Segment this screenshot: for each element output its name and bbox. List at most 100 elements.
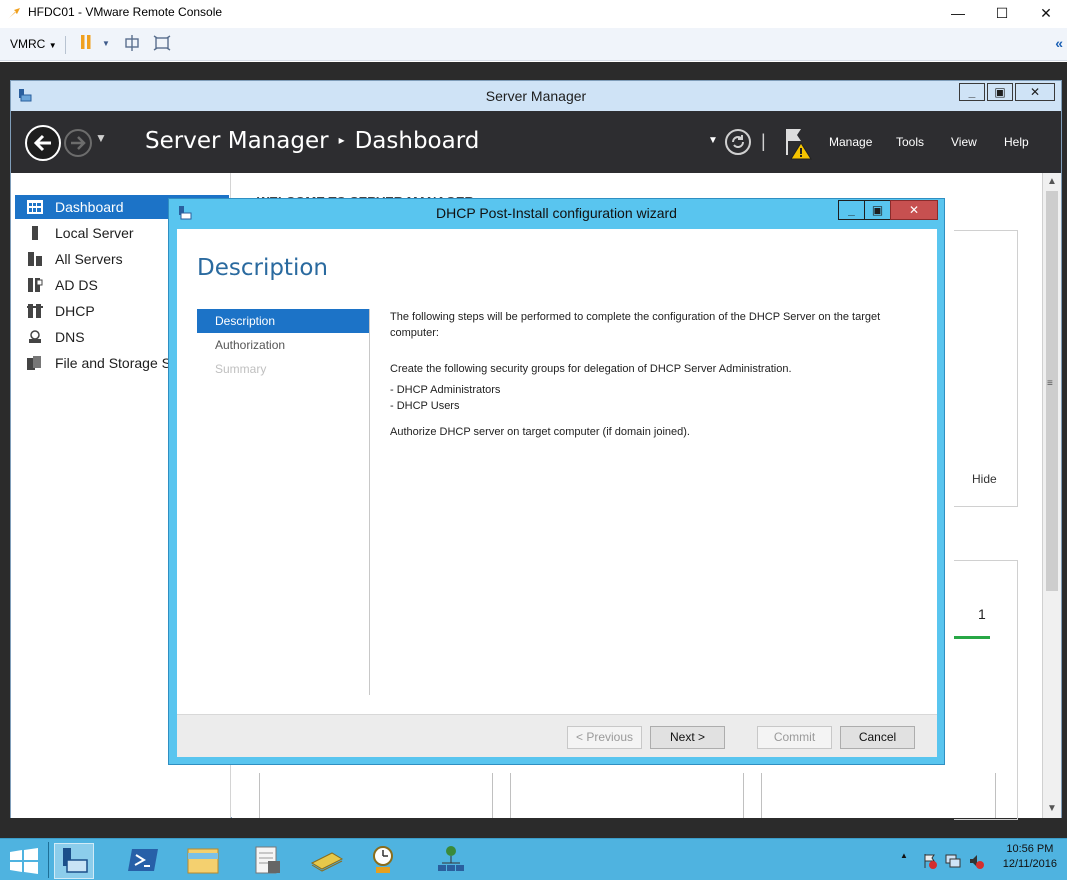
guest-desktop: Server Manager _ ▣ ✕ ▼ Server Manager ▸ Da… xyxy=(0,62,1067,880)
hide-link[interactable]: Hide xyxy=(972,472,997,486)
maximize-button[interactable]: ☐ xyxy=(979,0,1025,26)
refresh-icon[interactable] xyxy=(725,129,751,155)
group-users: - DHCP Users xyxy=(390,400,460,412)
sidebar-item-label: DNS xyxy=(55,329,85,345)
wizard-title-bar: DHCP Post-Install configuration wizard _… xyxy=(169,199,944,227)
intro-text: The following steps will be performed to… xyxy=(390,311,881,339)
taskbar-file-explorer-icon[interactable] xyxy=(184,843,224,879)
main-scrollbar[interactable]: ▲ ≡ ▼ xyxy=(1042,173,1061,818)
wizard-footer: < Previous Next > Commit Cancel xyxy=(177,714,937,757)
tile-divider xyxy=(743,773,744,818)
ad-ds-icon xyxy=(28,278,43,292)
network-icon[interactable] xyxy=(945,853,961,869)
collapse-panel-icon[interactable]: « xyxy=(1055,35,1063,51)
devices-icon[interactable] xyxy=(122,34,142,54)
back-button[interactable] xyxy=(25,125,61,161)
taskbar-dhcp-console-icon[interactable] xyxy=(364,843,404,879)
minimize-button[interactable]: — xyxy=(935,0,981,26)
sm-close-button[interactable]: ✕ xyxy=(1015,83,1055,101)
vmrc-window-title: HFDC01 - VMware Remote Console xyxy=(28,5,223,19)
fullscreen-icon[interactable] xyxy=(152,34,172,54)
previous-button[interactable]: < Previous xyxy=(567,726,642,749)
close-button[interactable]: ✕ xyxy=(1023,0,1067,26)
sidebar-item-label: All Servers xyxy=(55,251,123,267)
forward-button[interactable] xyxy=(64,129,92,157)
breadcrumb-separator-icon: ▸ xyxy=(338,133,345,147)
server-manager-header: ▼ Server Manager ▸ Dashboard ▼ | Manage To… xyxy=(11,111,1061,173)
wizard-body: Description Description Authorization Su… xyxy=(177,229,937,757)
volume-muted-icon[interactable] xyxy=(968,853,984,869)
breadcrumb-page: Dashboard xyxy=(354,128,480,154)
breadcrumb-app[interactable]: Server Manager xyxy=(145,128,329,154)
sm-maximize-button[interactable]: ▣ xyxy=(987,83,1013,101)
wizard-page-heading: Description xyxy=(197,255,328,281)
taskbar: ▲ 10:56 PM 12/11/2016 xyxy=(0,838,1067,880)
clock-time: 10:56 PM xyxy=(1006,843,1054,855)
wizard-minimize-button[interactable]: _ xyxy=(838,200,865,220)
server-manager-title: Server Manager xyxy=(485,88,587,104)
step-description[interactable]: Description xyxy=(197,309,369,333)
menu-view[interactable]: View xyxy=(951,135,977,149)
bottom-tiles xyxy=(259,773,999,818)
taskbar-ad-users-icon[interactable] xyxy=(308,843,348,879)
sidebar-item-label: Dashboard xyxy=(55,199,124,215)
scroll-up-icon[interactable]: ▲ xyxy=(1047,176,1057,187)
wizard-maximize-button[interactable]: ▣ xyxy=(864,200,891,220)
dhcp-icon xyxy=(27,304,43,318)
taskbar-dns-manager-icon[interactable] xyxy=(432,843,472,879)
menu-tools[interactable]: Tools xyxy=(896,135,924,149)
next-button[interactable]: Next > xyxy=(650,726,725,749)
commit-button[interactable]: Commit xyxy=(757,726,832,749)
step-authorization[interactable]: Authorization xyxy=(197,333,369,357)
clock[interactable]: 10:56 PM 12/11/2016 xyxy=(1003,842,1057,872)
toolbar-separator xyxy=(65,36,66,54)
file-storage-icon xyxy=(27,356,41,370)
local-server-icon xyxy=(32,226,38,240)
taskbar-powershell-icon[interactable] xyxy=(124,843,164,879)
pause-icon[interactable] xyxy=(76,34,96,54)
taskbar-divider xyxy=(48,842,49,878)
sidebar-item-label: DHCP xyxy=(55,303,95,319)
groups-text: Create the following security groups for… xyxy=(390,363,792,375)
vmrc-menu[interactable]: VMRC ▼ xyxy=(10,37,57,51)
sm-minimize-button[interactable]: _ xyxy=(959,83,985,101)
vmrc-title-bar: HFDC01 - VMware Remote Console — ☐ ✕ xyxy=(0,0,1067,28)
refresh-dropdown-icon[interactable]: ▼ xyxy=(708,135,718,146)
sidebar-item-label: AD DS xyxy=(55,277,98,293)
vmrc-app-icon xyxy=(8,8,20,19)
header-divider: | xyxy=(761,131,766,151)
scroll-down-icon[interactable]: ▼ xyxy=(1047,803,1057,814)
taskbar-server-manager-icon[interactable] xyxy=(54,843,94,879)
all-servers-icon xyxy=(28,252,42,266)
dns-icon xyxy=(29,330,41,343)
tile-divider xyxy=(995,773,996,818)
menu-help[interactable]: Help xyxy=(1004,135,1029,149)
tile-divider xyxy=(761,773,762,818)
tile-divider xyxy=(510,773,511,818)
server-manager-title-bar: Server Manager _ ▣ ✕ xyxy=(11,81,1061,111)
show-hidden-icons-button[interactable]: ▲ xyxy=(900,851,908,860)
menu-manage[interactable]: Manage xyxy=(829,135,872,149)
notifications-flag-icon[interactable] xyxy=(781,125,817,161)
wizard-title: DHCP Post-Install configuration wizard xyxy=(436,205,677,221)
scroll-grip-icon: ≡ xyxy=(1047,378,1053,389)
sidebar-item-label: File and Storage Ser xyxy=(55,355,184,371)
cancel-button[interactable]: Cancel xyxy=(840,726,915,749)
vmrc-toolbar: VMRC ▼ ▼ « xyxy=(0,28,1067,61)
scrollbar-thumb[interactable] xyxy=(1046,191,1058,591)
pause-dropdown-icon[interactable]: ▼ xyxy=(96,34,116,54)
group-administrators: - DHCP Administrators xyxy=(390,384,501,396)
sidebar-item-label: Local Server xyxy=(55,225,134,241)
clock-date: 12/11/2016 xyxy=(1002,858,1057,870)
start-button[interactable] xyxy=(8,848,40,874)
taskbar-notepad-icon[interactable] xyxy=(248,843,288,879)
quick-start-panel xyxy=(954,230,1018,507)
dashboard-icon xyxy=(27,200,43,214)
action-center-icon[interactable] xyxy=(922,853,938,869)
breadcrumb: Server Manager ▸ Dashboard xyxy=(145,128,479,154)
authorize-text: Authorize DHCP server on target computer… xyxy=(390,426,690,438)
steps-divider xyxy=(369,309,370,695)
wizard-close-button[interactable]: ✕ xyxy=(890,200,938,220)
tile-count: 1 xyxy=(978,606,986,622)
nav-history-dropdown-icon[interactable]: ▼ xyxy=(95,131,107,145)
